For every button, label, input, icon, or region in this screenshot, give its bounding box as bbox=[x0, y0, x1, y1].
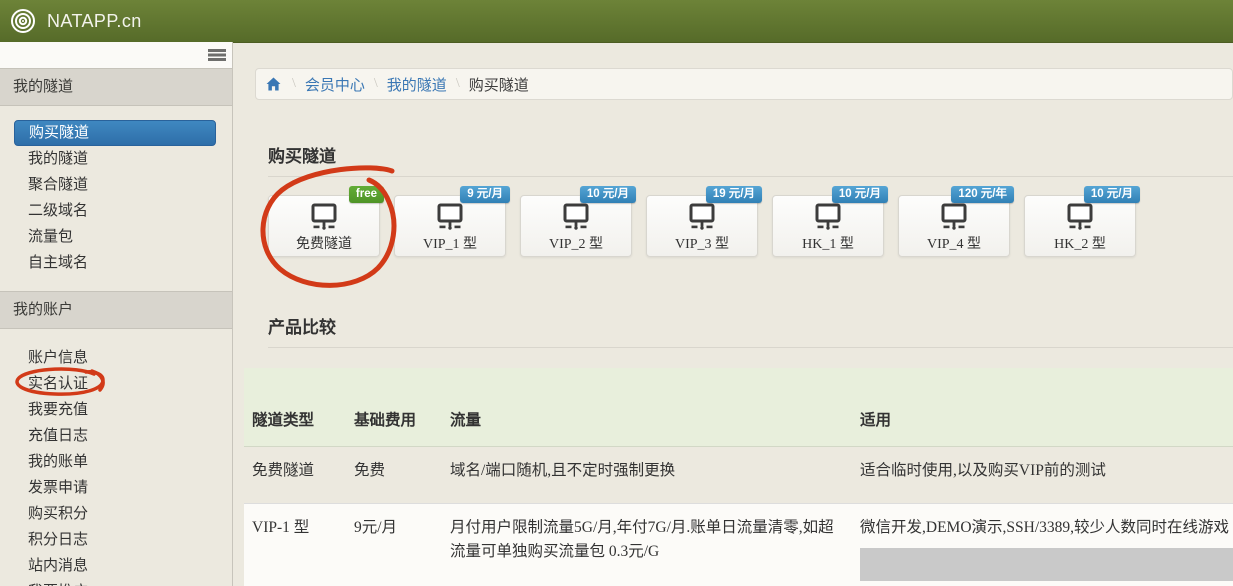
price-badge: 120 元/年 bbox=[951, 186, 1014, 203]
table-header-row: 隧道类型基础费用流量适用 bbox=[244, 368, 1233, 447]
breadcrumb-current-buy-tunnel: 购买隧道 bbox=[469, 74, 529, 95]
price-badge: 9 元/月 bbox=[460, 186, 510, 203]
top-bar: NATAPP.cn bbox=[0, 0, 1233, 43]
breadcrumb-separator: \ bbox=[374, 76, 378, 92]
monitor-icon bbox=[559, 203, 593, 231]
price-badge: free bbox=[349, 186, 384, 203]
redaction-block bbox=[860, 548, 1233, 581]
sidebar-item-custom-domains[interactable]: 自主域名 bbox=[0, 250, 232, 276]
table-row: VIP-1 型9元/月月付用户限制流量5G/月,年付7G/月.账单日流量清零,如… bbox=[244, 504, 1233, 586]
table-cell: 适合临时使用,以及购买VIP前的测试 bbox=[852, 447, 1233, 504]
sidebar-item-my-tunnels[interactable]: 我的隧道 bbox=[0, 146, 232, 172]
page: { "brand": {"name": "NATAPP.cn"}, "icons… bbox=[0, 0, 1233, 586]
divider bbox=[268, 347, 1233, 348]
price-badge: 10 元/月 bbox=[832, 186, 888, 203]
sidebar-top-strip bbox=[0, 42, 232, 68]
product-card-label: VIP_3 型 bbox=[675, 233, 729, 253]
product-card-vip-4[interactable]: 120 元/年 VIP_4 型 bbox=[898, 195, 1010, 257]
sidebar-item-invoice-request[interactable]: 发票申请 bbox=[0, 475, 232, 501]
product-card-hk-2[interactable]: 10 元/月 HK_2 型 bbox=[1024, 195, 1136, 257]
table-cell: 免费 bbox=[346, 447, 442, 504]
product-card-hk-1[interactable]: 10 元/月 HK_1 型 bbox=[772, 195, 884, 257]
main-content: \会员中心\我的隧道\购买隧道 购买隧道 free 免费隧道9 元/月 VIP_… bbox=[232, 42, 1233, 586]
product-card-vip-1[interactable]: 9 元/月 VIP_1 型 bbox=[394, 195, 506, 257]
sidebar-item-traffic-packages[interactable]: 流量包 bbox=[0, 224, 232, 250]
section-title-compare: 产品比较 bbox=[268, 317, 1233, 339]
breadcrumb-separator: \ bbox=[292, 76, 296, 92]
breadcrumb-link-member-center[interactable]: 会员中心 bbox=[305, 74, 365, 95]
hamburger-icon[interactable] bbox=[208, 49, 226, 61]
sidebar-sections: 我的隧道购买隧道我的隧道聚合隧道二级域名流量包自主域名我的账户账户信息实名认证我… bbox=[0, 68, 232, 586]
sidebar-section-title: 我的账户 bbox=[0, 291, 232, 329]
home-icon[interactable] bbox=[266, 77, 281, 91]
monitor-icon bbox=[685, 203, 719, 231]
product-card-label: HK_1 型 bbox=[802, 233, 854, 253]
sidebar-list: 账户信息实名认证我要充值充值日志我的账单发票申请购买积分积分日志站内消息我要推广 bbox=[0, 329, 232, 586]
brand-title: NATAPP.cn bbox=[47, 11, 142, 32]
table-row: 免费隧道免费域名/端口随机,且不定时强制更换适合临时使用,以及购买VIP前的测试 bbox=[244, 447, 1233, 504]
product-card-vip-3[interactable]: 19 元/月 VIP_3 型 bbox=[646, 195, 758, 257]
sidebar-gap bbox=[0, 276, 232, 291]
product-card-label: VIP_1 型 bbox=[423, 233, 477, 253]
product-card-vip-2[interactable]: 10 元/月 VIP_2 型 bbox=[520, 195, 632, 257]
table-cell: 域名/端口随机,且不定时强制更换 bbox=[442, 447, 852, 504]
sidebar-item-recharge-log[interactable]: 充值日志 bbox=[0, 423, 232, 449]
sidebar-item-realname-verification[interactable]: 实名认证 bbox=[0, 371, 232, 397]
sidebar-item-recharge[interactable]: 我要充值 bbox=[0, 397, 232, 423]
column-header: 流量 bbox=[442, 368, 852, 447]
product-compare-section: 产品比较 隧道类型基础费用流量适用 免费隧道免费域名/端口随机,且不定时强制更换… bbox=[268, 317, 1233, 586]
monitor-icon bbox=[937, 203, 971, 231]
product-card-label: VIP_2 型 bbox=[549, 233, 603, 253]
product-cards: free 免费隧道9 元/月 VIP_1 型10 元/月 VIP_2 型19 元… bbox=[268, 195, 1233, 257]
table-cell: VIP-1 型 bbox=[244, 504, 346, 586]
sidebar-list: 购买隧道我的隧道聚合隧道二级域名流量包自主域名 bbox=[0, 106, 232, 276]
table-cell: 月付用户限制流量5G/月,年付7G/月.账单日流量清零,如超流量可单独购买流量包… bbox=[442, 504, 852, 586]
column-header: 适用 bbox=[852, 368, 1233, 447]
breadcrumb: \ 会员中心 \ 我的隧道 \ 购买隧道 bbox=[255, 68, 1233, 100]
sidebar: 我的隧道购买隧道我的隧道聚合隧道二级域名流量包自主域名我的账户账户信息实名认证我… bbox=[0, 42, 233, 586]
column-header: 基础费用 bbox=[346, 368, 442, 447]
product-card-label: HK_2 型 bbox=[1054, 233, 1106, 253]
buy-tunnel-section: 购买隧道 free 免费隧道9 元/月 VIP_1 型10 元/月 VIP_2 … bbox=[268, 146, 1233, 257]
product-card-free-tunnel[interactable]: free 免费隧道 bbox=[268, 195, 380, 257]
compare-table: 隧道类型基础费用流量适用 免费隧道免费域名/端口随机,且不定时强制更换适合临时使… bbox=[244, 368, 1233, 586]
sidebar-item-promote[interactable]: 我要推广 bbox=[0, 579, 232, 586]
product-card-label: VIP_4 型 bbox=[927, 233, 981, 253]
sidebar-item-subdomains[interactable]: 二级域名 bbox=[0, 198, 232, 224]
price-badge: 10 元/月 bbox=[1084, 186, 1140, 203]
monitor-icon bbox=[433, 203, 467, 231]
section-title-buy: 购买隧道 bbox=[268, 146, 1233, 168]
logo-rings-icon[interactable] bbox=[9, 7, 37, 35]
column-header: 隧道类型 bbox=[244, 368, 346, 447]
sidebar-item-aggregate-tunnels[interactable]: 聚合隧道 bbox=[0, 172, 232, 198]
price-badge: 10 元/月 bbox=[580, 186, 636, 203]
breadcrumb-separator: \ bbox=[456, 76, 460, 92]
sidebar-item-account-info[interactable]: 账户信息 bbox=[0, 345, 232, 371]
price-badge: 19 元/月 bbox=[706, 186, 762, 203]
sidebar-item-my-bills[interactable]: 我的账单 bbox=[0, 449, 232, 475]
monitor-icon bbox=[307, 203, 341, 231]
product-card-label: 免费隧道 bbox=[296, 233, 352, 253]
sidebar-section-title: 我的隧道 bbox=[0, 68, 232, 106]
divider bbox=[268, 176, 1233, 177]
sidebar-item-buy-points[interactable]: 购买积分 bbox=[0, 501, 232, 527]
table-cell: 免费隧道 bbox=[244, 447, 346, 504]
sidebar-item-site-messages[interactable]: 站内消息 bbox=[0, 553, 232, 579]
breadcrumb-link-my-tunnels[interactable]: 我的隧道 bbox=[387, 74, 447, 95]
monitor-icon bbox=[1063, 203, 1097, 231]
monitor-icon bbox=[811, 203, 845, 231]
table-cell: 微信开发,DEMO演示,SSH/3389,较少人数同时在线游戏 bbox=[852, 504, 1233, 586]
table-cell: 9元/月 bbox=[346, 504, 442, 586]
sidebar-item-buy-tunnel[interactable]: 购买隧道 bbox=[14, 120, 216, 146]
sidebar-item-points-log[interactable]: 积分日志 bbox=[0, 527, 232, 553]
